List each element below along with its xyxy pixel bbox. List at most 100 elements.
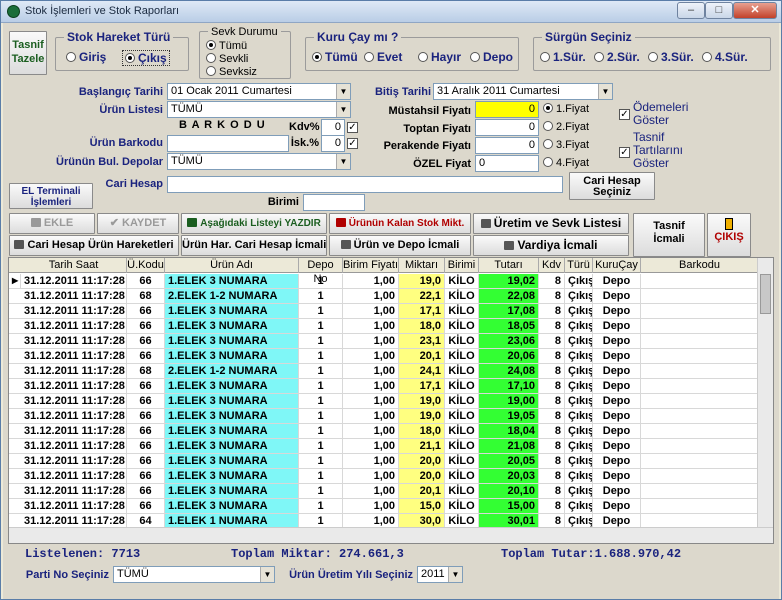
table-row[interactable]: 31.12.2011 11:17:28 66 1.ELEK 3 NUMARA 1 1,0… bbox=[9, 394, 759, 409]
urun-barkodu-input[interactable] bbox=[167, 135, 289, 152]
col-header-miktari[interactable]: Miktarı bbox=[399, 258, 445, 273]
col-header-barkodu[interactable]: Barkodu bbox=[641, 258, 759, 273]
cell-barkodu bbox=[641, 424, 759, 438]
minimize-button[interactable]: – bbox=[677, 2, 705, 19]
cell-tarih-saat: 31.12.2011 11:17:28 bbox=[21, 274, 127, 288]
horizontal-scrollbar[interactable] bbox=[9, 527, 773, 543]
baslangic-date-picker[interactable]: 01 Ocak 2011 Cumartesi ▼ bbox=[167, 83, 351, 100]
table-row[interactable]: 31.12.2011 11:17:28 66 1.ELEK 3 NUMARA 1 1,0… bbox=[9, 349, 759, 364]
table-row[interactable]: 31.12.2011 11:17:28 66 1.ELEK 3 NUMARA 1 1,0… bbox=[9, 334, 759, 349]
isk-checkbox[interactable]: ✓ bbox=[347, 138, 358, 149]
col-header-kdv[interactable]: Kdv bbox=[539, 258, 565, 273]
tasnif-tartilarini-checkbox[interactable]: ✓ bbox=[619, 147, 630, 158]
kaydet-button[interactable]: ✔ KAYDET bbox=[97, 213, 179, 234]
tasnif-icmali-button[interactable]: Tasnif İcmali bbox=[633, 213, 705, 257]
bitis-date-picker[interactable]: 31 Aralık 2011 Cumartesi ▼ bbox=[433, 83, 613, 100]
stock-table[interactable]: Tarih Saat Ü.Kodu Ürün Adı Depo No Birim Fiy… bbox=[8, 257, 774, 544]
yil-label: Ürün Üretim Yılı Seçiniz bbox=[289, 569, 413, 581]
radio-kuru-evet[interactable]: Evet bbox=[364, 50, 402, 64]
table-row[interactable]: 31.12.2011 11:17:28 66 1.ELEK 3 NUMARA 1 1,0… bbox=[9, 454, 759, 469]
radio-fiyat-1[interactable]: 1.Fiyat bbox=[543, 103, 589, 115]
cikis-button[interactable]: ÇIKIŞ bbox=[707, 213, 751, 257]
col-header-kuru-cay[interactable]: KuruÇay bbox=[593, 258, 641, 273]
table-row[interactable]: 31.12.2011 11:17:28 66 1.ELEK 3 NUMARA 1 1,0… bbox=[9, 469, 759, 484]
radio-kuru-depo[interactable]: Depo bbox=[470, 50, 513, 64]
table-row[interactable]: 31.12.2011 11:17:28 66 1.ELEK 3 NUMARA 1 1,0… bbox=[9, 499, 759, 514]
table-row[interactable]: 31.12.2011 11:17:28 66 1.ELEK 3 NUMARA 1 1,0… bbox=[9, 439, 759, 454]
cell-urun-adi: 1.ELEK 3 NUMARA bbox=[165, 379, 299, 393]
table-row[interactable]: 31.12.2011 11:17:28 66 1.ELEK 3 NUMARA 1 1,0… bbox=[9, 304, 759, 319]
radio-surgun-1[interactable]: 1.Sür. bbox=[540, 50, 586, 64]
cell-birimi: KİLO bbox=[445, 379, 479, 393]
table-row[interactable]: 31.12.2011 11:17:28 66 1.ELEK 3 NUMARA 1 1,0… bbox=[9, 409, 759, 424]
table-row[interactable]: 31.12.2011 11:17:28 66 1.ELEK 3 NUMARA 1 1,0… bbox=[9, 484, 759, 499]
cari-hesap-secin-button[interactable]: Cari Hesap Seçiniz bbox=[569, 172, 655, 200]
radio-surgun-4[interactable]: 4.Sür. bbox=[702, 50, 748, 64]
toptan-fiyat-input[interactable]: 0 bbox=[475, 119, 539, 136]
radio-cikis[interactable]: Çıkış bbox=[122, 50, 170, 66]
uretim-sevk-listesi-button[interactable]: Üretim ve Sevk Listesi bbox=[473, 213, 629, 234]
cell-kdv: 8 bbox=[539, 454, 565, 468]
radio-kuru-hayir[interactable]: Hayır bbox=[418, 50, 461, 64]
radio-fiyat-4[interactable]: 4.Fiyat bbox=[543, 157, 589, 169]
depolar-select[interactable]: TÜMÜ ▼ bbox=[167, 153, 351, 170]
vertical-scrollbar[interactable] bbox=[757, 258, 773, 529]
urun-har-cari-icmali-button[interactable]: Ürün Har. Cari Hesap İcmali bbox=[181, 235, 327, 256]
cell-tutari: 18,05 bbox=[479, 319, 539, 333]
isk-input[interactable]: 0 bbox=[321, 135, 345, 152]
cell-birimi: KİLO bbox=[445, 484, 479, 498]
kalan-stok-button[interactable]: Ürünün Kalan Stok Mikt. bbox=[329, 213, 471, 234]
yil-select[interactable]: 2011 ▼ bbox=[417, 566, 463, 583]
urun-depo-icmali-button[interactable]: Ürün ve Depo İcmali bbox=[329, 235, 471, 256]
col-header-depo-no[interactable]: Depo No bbox=[299, 258, 343, 285]
table-row[interactable]: 31.12.2011 11:17:28 68 2.ELEK 1-2 NUMARA 1 1… bbox=[9, 364, 759, 379]
radio-kuru-tumu[interactable]: Tümü bbox=[312, 50, 358, 64]
cell-tarih-saat: 31.12.2011 11:17:28 bbox=[21, 514, 127, 528]
cell-urun-adi: 1.ELEK 3 NUMARA bbox=[165, 469, 299, 483]
vardiya-icmali-button[interactable]: Vardiya İcmali bbox=[473, 235, 629, 256]
col-header-birim-fiyati[interactable]: Birim Fiyatı bbox=[343, 258, 399, 273]
cell-depo-no: 1 bbox=[299, 364, 343, 378]
cell-urun-kodu: 66 bbox=[127, 409, 165, 423]
cari-hesap-input[interactable] bbox=[167, 176, 563, 193]
birimi-input[interactable] bbox=[303, 194, 365, 211]
urun-listesi-select[interactable]: TÜMÜ ▼ bbox=[167, 101, 351, 118]
table-row[interactable]: 31.12.2011 11:17:28 66 1.ELEK 3 NUMARA 1 1,0… bbox=[9, 379, 759, 394]
col-header-tarih-saat[interactable]: Tarih Saat bbox=[21, 258, 127, 273]
radio-fiyat-3[interactable]: 3.Fiyat bbox=[543, 139, 589, 151]
parti-select[interactable]: TÜMÜ ▼ bbox=[113, 566, 275, 583]
tasnif-tazele-button[interactable]: Tasnif Tazele bbox=[9, 31, 47, 75]
radio-sevkli[interactable]: Sevkli bbox=[206, 53, 248, 65]
radio-surgun-2[interactable]: 2.Sür. bbox=[594, 50, 640, 64]
cell-tarih-saat: 31.12.2011 11:17:28 bbox=[21, 484, 127, 498]
maximize-button[interactable]: □ bbox=[705, 2, 733, 19]
listeyi-yazdir-button[interactable]: Aşağıdaki Listeyi YAZDIR bbox=[181, 213, 327, 234]
close-button[interactable]: ✕ bbox=[733, 2, 777, 19]
col-header-birimi[interactable]: Birimi bbox=[445, 258, 479, 273]
col-header-urun-adi[interactable]: Ürün Adı bbox=[165, 258, 299, 273]
radio-sevksiz[interactable]: Sevksiz bbox=[206, 66, 257, 78]
kdv-checkbox[interactable]: ✓ bbox=[347, 122, 358, 133]
table-row[interactable]: 31.12.2011 11:17:28 66 1.ELEK 3 NUMARA 1 1,0… bbox=[9, 424, 759, 439]
mustahsil-fiyat-input[interactable]: 0 bbox=[475, 101, 539, 118]
dropdown-arrow-icon: ▼ bbox=[336, 102, 350, 117]
table-row[interactable]: 31.12.2011 11:17:28 68 2.ELEK 1-2 NUMARA 1 1… bbox=[9, 289, 759, 304]
cari-urun-hareketleri-button[interactable]: Cari Hesap Ürün Hareketleri bbox=[9, 235, 179, 256]
radio-giris[interactable]: Giriş bbox=[66, 50, 106, 64]
col-header-turu[interactable]: Türü bbox=[565, 258, 593, 273]
ekle-button[interactable]: EKLE bbox=[9, 213, 95, 234]
scroll-thumb[interactable] bbox=[760, 274, 771, 314]
radio-fiyat-2[interactable]: 2.Fiyat bbox=[543, 121, 589, 133]
cell-birimi: KİLO bbox=[445, 364, 479, 378]
radio-sevk-tumu[interactable]: Tümü bbox=[206, 40, 247, 52]
ozel-fiyat-input[interactable]: 0 bbox=[475, 155, 539, 172]
col-header-tutari[interactable]: Tutarı bbox=[479, 258, 539, 273]
odemeleri-checkbox[interactable]: ✓ bbox=[619, 109, 630, 120]
radio-surgun-3[interactable]: 3.Sür. bbox=[648, 50, 694, 64]
cell-kuru-cay: Depo bbox=[593, 304, 641, 318]
col-header-urun-kodu[interactable]: Ü.Kodu bbox=[127, 258, 165, 273]
table-row[interactable]: ▶ 31.12.2011 11:17:28 66 1.ELEK 3 NUMARA 1 1,… bbox=[9, 274, 759, 289]
perakende-fiyat-input[interactable]: 0 bbox=[475, 137, 539, 154]
kdv-input[interactable]: 0 bbox=[321, 119, 345, 136]
table-row[interactable]: 31.12.2011 11:17:28 66 1.ELEK 3 NUMARA 1 1,0… bbox=[9, 319, 759, 334]
